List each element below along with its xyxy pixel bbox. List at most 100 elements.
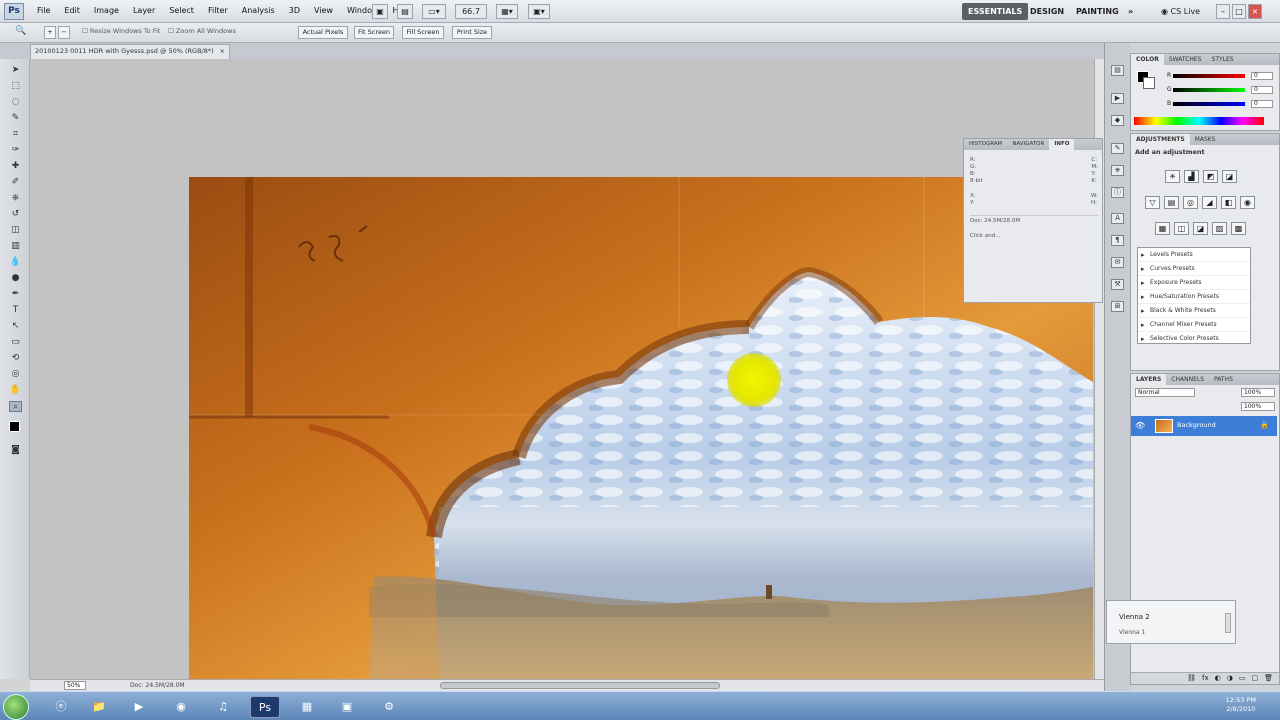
tab-adjustments[interactable]: ADJUSTMENTS: [1131, 134, 1190, 145]
move-tool-icon[interactable]: ➤: [9, 65, 22, 76]
foreground-color-swatch[interactable]: [9, 421, 20, 432]
healing-brush-tool-icon[interactable]: ✚: [9, 161, 22, 172]
brightness-contrast-icon[interactable]: ☀: [1165, 170, 1180, 183]
pen-tool-icon[interactable]: ✒: [9, 289, 22, 300]
tab-paths[interactable]: PATHS: [1209, 374, 1238, 385]
tab-layers[interactable]: LAYERS: [1131, 374, 1167, 385]
3d-orbit-tool-icon[interactable]: ◎: [9, 369, 22, 380]
app-task-icon[interactable]: ▦: [292, 696, 322, 718]
menu-filter[interactable]: Filter: [201, 6, 235, 15]
close-button[interactable]: ×: [1248, 4, 1262, 19]
app2-task-icon[interactable]: ▣: [332, 696, 362, 718]
preset-curves[interactable]: Curves Presets: [1138, 262, 1250, 276]
ie-icon[interactable]: ⓔ: [46, 696, 76, 718]
selective-color-icon[interactable]: ▩: [1231, 222, 1246, 235]
vibrance-icon[interactable]: ▽: [1145, 196, 1160, 209]
fill-field[interactable]: 100%: [1241, 402, 1275, 411]
start-button[interactable]: [3, 694, 29, 720]
tab-info[interactable]: INFO: [1049, 139, 1075, 150]
menu-edit[interactable]: Edit: [57, 6, 87, 15]
eyedropper-tool-icon[interactable]: ✑: [9, 145, 22, 156]
color-r-bar[interactable]: [1173, 74, 1245, 78]
workspace-essentials[interactable]: ESSENTIALS: [962, 3, 1029, 20]
trash-icon[interactable]: 🗑: [1264, 673, 1273, 684]
color-g-value[interactable]: 0: [1251, 86, 1273, 94]
menu-view[interactable]: View: [307, 6, 340, 15]
exposure-icon[interactable]: ◪: [1222, 170, 1237, 183]
tab-masks[interactable]: MASKS: [1190, 134, 1221, 145]
tab-channels[interactable]: CHANNELS: [1166, 374, 1209, 385]
maximize-button[interactable]: □: [1232, 4, 1246, 19]
history-brush-tool-icon[interactable]: ↺: [9, 209, 22, 220]
zoom-all-checkbox[interactable]: ☐ Zoom All Windows: [168, 27, 236, 35]
preset-black-white[interactable]: Black & White Presets: [1138, 304, 1250, 318]
gradient-map-icon[interactable]: ▨: [1212, 222, 1227, 235]
opacity-field[interactable]: 100%: [1241, 388, 1275, 397]
measurement-panel-icon[interactable]: ⊞: [1111, 301, 1124, 312]
brushes-panel-icon[interactable]: ✎: [1111, 143, 1124, 154]
hue-saturation-icon[interactable]: ▤: [1164, 196, 1179, 209]
tab-color[interactable]: COLOR: [1131, 54, 1164, 65]
mini-bridge-icon[interactable]: ▤: [397, 4, 413, 19]
resize-windows-checkbox[interactable]: ☐ Resize Windows To Fit: [82, 27, 160, 35]
menu-analysis[interactable]: Analysis: [235, 6, 282, 15]
arrange-documents-icon[interactable]: ▦▾: [496, 4, 518, 19]
tab-swatches[interactable]: SWATCHES: [1164, 54, 1207, 65]
blur-tool-icon[interactable]: 💧: [9, 257, 22, 268]
actions-panel-icon[interactable]: ▶: [1111, 93, 1124, 104]
chrome-icon[interactable]: ◉: [166, 696, 196, 718]
fit-screen-button[interactable]: Fit Screen: [354, 26, 394, 39]
preset-selective-color[interactable]: Selective Color Presets: [1138, 332, 1250, 346]
horizontal-scroll-thumb[interactable]: [440, 682, 720, 689]
notes-panel-icon[interactable]: ✉: [1111, 257, 1124, 268]
black-white-icon[interactable]: ◢: [1202, 196, 1217, 209]
color-background-swatch[interactable]: [1143, 77, 1155, 89]
hand-tool-icon[interactable]: ✋: [9, 385, 22, 396]
print-size-button[interactable]: Print Size: [452, 26, 492, 39]
tab-histogram[interactable]: HISTOGRAM: [964, 139, 1007, 150]
quick-selection-tool-icon[interactable]: ✎: [9, 113, 22, 124]
fill-screen-button[interactable]: Fill Screen: [402, 26, 444, 39]
dodge-tool-icon[interactable]: ●: [9, 273, 22, 284]
color-slider-g[interactable]: G 0: [1167, 86, 1277, 94]
zoom-out-icon[interactable]: −: [58, 26, 70, 39]
gradient-tool-icon[interactable]: ▥: [9, 241, 22, 252]
add-mask-icon[interactable]: ◐: [1215, 673, 1221, 684]
color-slider-b[interactable]: B 0: [1167, 100, 1277, 108]
eraser-tool-icon[interactable]: ◫: [9, 225, 22, 236]
explorer-icon[interactable]: 📁: [84, 696, 114, 718]
layer-style-icon[interactable]: fx: [1202, 673, 1209, 684]
color-spectrum-ramp[interactable]: [1134, 117, 1264, 125]
new-group-icon[interactable]: ▭: [1239, 673, 1246, 684]
path-selection-tool-icon[interactable]: ↖: [9, 321, 22, 332]
workspace-more[interactable]: »: [1122, 3, 1139, 20]
link-layers-icon[interactable]: ⛓: [1187, 673, 1196, 684]
canvas-area[interactable]: [30, 59, 1104, 679]
app3-task-icon[interactable]: ⚙: [374, 696, 404, 718]
shape-tool-icon[interactable]: ▭: [9, 337, 22, 348]
cs-live-button[interactable]: ◉ CS Live: [1155, 3, 1206, 20]
preset-hue-saturation[interactable]: Hue/Saturation Presets: [1138, 290, 1250, 304]
menu-file[interactable]: File: [30, 6, 57, 15]
threshold-icon[interactable]: ◪: [1193, 222, 1208, 235]
crop-tool-icon[interactable]: ⌗: [9, 129, 22, 140]
clone-source-panel-icon[interactable]: ⎈: [1111, 165, 1124, 176]
brush-tool-icon[interactable]: ✐: [9, 177, 22, 188]
posterize-icon[interactable]: ◫: [1174, 222, 1189, 235]
zoom-tool-icon[interactable]: 🔍: [14, 26, 28, 39]
new-layer-icon[interactable]: ▢: [1251, 673, 1258, 684]
bridge-icon[interactable]: ▣: [372, 4, 388, 19]
color-balance-icon[interactable]: ◎: [1183, 196, 1198, 209]
color-g-bar[interactable]: [1173, 88, 1245, 92]
paragraph-panel-icon[interactable]: ¶: [1111, 235, 1124, 246]
workspace-painting[interactable]: PAINTING: [1070, 3, 1125, 20]
history-panel-icon[interactable]: ▤: [1111, 65, 1124, 76]
marquee-tool-icon[interactable]: ⬚: [9, 81, 22, 92]
color-b-bar[interactable]: [1173, 102, 1245, 106]
tool-presets-panel-icon[interactable]: ⚒: [1111, 279, 1124, 290]
lasso-tool-icon[interactable]: ◌: [9, 97, 22, 108]
new-adjustment-icon[interactable]: ◑: [1227, 673, 1233, 684]
view-extras-icon[interactable]: ▭▾: [422, 4, 446, 19]
tab-navigator[interactable]: NAVIGATOR: [1007, 139, 1049, 150]
status-zoom-field[interactable]: 50%: [64, 681, 86, 690]
